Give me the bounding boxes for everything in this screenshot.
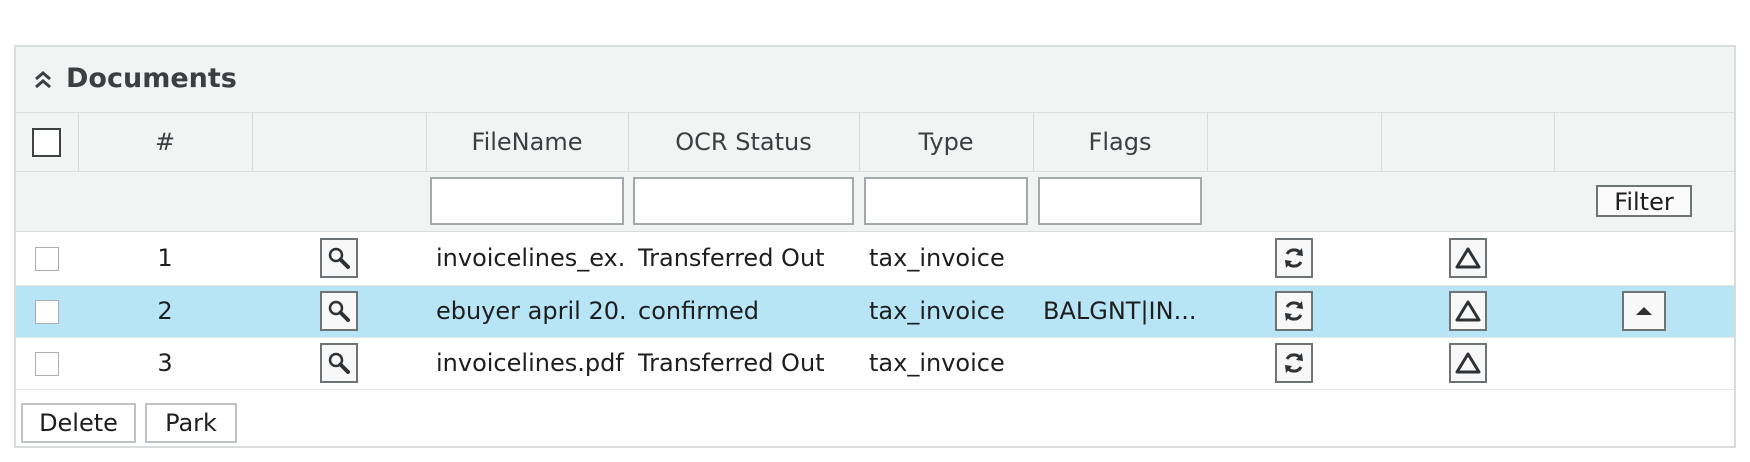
- row-type: tax_invoice: [869, 349, 1005, 377]
- row-filename[interactable]: invoicelines_ex...: [436, 244, 628, 272]
- panel-title: Documents: [66, 63, 237, 94]
- park-button[interactable]: Park: [145, 403, 237, 443]
- triangle-icon[interactable]: [1448, 238, 1487, 278]
- magnifier-icon[interactable]: [320, 343, 358, 383]
- refresh-icon[interactable]: [1275, 343, 1313, 383]
- row-filename[interactable]: invoicelines.pdf: [436, 349, 624, 377]
- select-all-checkbox[interactable]: [32, 127, 62, 157]
- column-header-filename[interactable]: FileName: [426, 113, 629, 172]
- column-header-number[interactable]: #: [78, 113, 253, 172]
- table-row[interactable]: 1 invoicelines_ex... Transferred Out tax…: [16, 231, 1734, 286]
- row-number: 1: [157, 244, 173, 272]
- caret-up-icon[interactable]: [1622, 291, 1666, 331]
- double-chevron-up-icon[interactable]: [32, 69, 54, 91]
- select-all-header: [16, 113, 79, 172]
- table-row[interactable]: 2 ebuyer april 20... confirmed tax_invoi…: [16, 285, 1734, 338]
- column-header-ocr-status[interactable]: OCR Status: [628, 113, 860, 172]
- filter-row: Filter: [16, 171, 1734, 232]
- table-header-row: # FileName OCR Status Type Flags: [16, 113, 1734, 172]
- column-header-flags[interactable]: Flags: [1033, 113, 1208, 172]
- row-ocr-status: Transferred Out: [638, 244, 825, 272]
- column-header-type[interactable]: Type: [859, 113, 1034, 172]
- row-number: 3: [157, 349, 173, 377]
- row-checkbox[interactable]: [35, 300, 59, 324]
- triangle-icon[interactable]: [1448, 343, 1487, 383]
- column-header-refresh: [1207, 113, 1382, 172]
- row-checkbox[interactable]: [35, 352, 59, 376]
- flags-filter-input[interactable]: [1038, 177, 1202, 225]
- row-ocr-status: Transferred Out: [638, 349, 825, 377]
- delete-button[interactable]: Delete: [21, 403, 136, 443]
- panel-header: Documents: [16, 47, 1734, 113]
- filename-filter-input[interactable]: [430, 177, 624, 225]
- filter-button[interactable]: Filter: [1596, 185, 1692, 217]
- column-header-actions: [1554, 113, 1734, 172]
- documents-table: # FileName OCR Status Type Flags Filter: [16, 113, 1734, 390]
- row-filename[interactable]: ebuyer april 20...: [436, 297, 628, 325]
- refresh-icon[interactable]: [1275, 291, 1313, 331]
- refresh-icon[interactable]: [1275, 238, 1313, 278]
- row-checkbox[interactable]: [35, 247, 59, 271]
- row-ocr-status: confirmed: [638, 297, 760, 325]
- row-type: tax_invoice: [869, 244, 1005, 272]
- type-filter-input[interactable]: [864, 177, 1028, 225]
- row-type: tax_invoice: [869, 297, 1005, 325]
- row-flags: BALGNT|IN...: [1043, 297, 1197, 325]
- magnifier-icon[interactable]: [320, 238, 358, 278]
- magnifier-icon[interactable]: [320, 291, 358, 331]
- table-row[interactable]: 3 invoicelines.pdf Transferred Out tax_i…: [16, 337, 1734, 390]
- triangle-icon[interactable]: [1448, 291, 1487, 331]
- column-header-warning: [1381, 113, 1555, 172]
- ocr-status-filter-input[interactable]: [633, 177, 854, 225]
- row-number: 2: [157, 297, 173, 325]
- documents-panel: Documents # FileName OCR Status Type Fla…: [14, 45, 1736, 448]
- column-header-view: [252, 113, 427, 172]
